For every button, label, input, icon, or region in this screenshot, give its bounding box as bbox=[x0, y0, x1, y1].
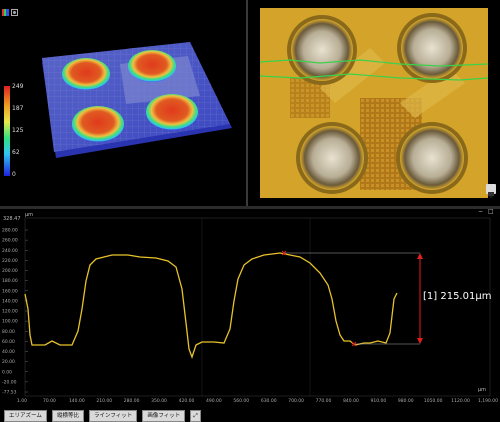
measurement-label: [1] 215.01μm bbox=[423, 291, 492, 302]
3d-surface-render bbox=[42, 42, 232, 158]
y-tick-label: 80.00 bbox=[2, 329, 15, 335]
y-tick-label: 260.00 bbox=[2, 238, 18, 244]
solder-bump-br bbox=[400, 126, 464, 190]
bump-1 bbox=[62, 58, 110, 90]
image-fit-button[interactable]: 画像フィット bbox=[142, 410, 186, 422]
y-tick-label: -20.00 bbox=[2, 379, 17, 385]
height-3d-view[interactable]: 249 187 125 62 0 bbox=[0, 0, 246, 206]
bump-3 bbox=[72, 106, 124, 142]
x-tick-label: 980.00 bbox=[398, 398, 414, 404]
y-tick-label: 40.00 bbox=[2, 349, 15, 355]
x-tick-label: 910.00 bbox=[370, 398, 386, 404]
x-tick-label: 700.00 bbox=[288, 398, 304, 404]
optical-image bbox=[260, 8, 488, 198]
solder-bump-tr bbox=[401, 17, 463, 79]
profile-panel[interactable]: − □ 328.47 μm μm 280.00 260.00 240.00 220.0… bbox=[0, 208, 500, 422]
solder-bump-tl bbox=[291, 19, 353, 81]
y-tick-label: 0.00 bbox=[2, 369, 12, 375]
x-tick-label: 770.00 bbox=[316, 398, 332, 404]
x-tick-label: 490.00 bbox=[206, 398, 222, 404]
x-tick-label: 1050.00 bbox=[424, 398, 443, 404]
x-tick-label: 630.00 bbox=[261, 398, 277, 404]
x-tick-label: 840.00 bbox=[343, 398, 359, 404]
line-fit-button[interactable]: ラインフィット bbox=[89, 410, 138, 422]
height-profile-line bbox=[24, 252, 398, 359]
y-tick-label: 120.00 bbox=[2, 309, 18, 315]
x-tick-label: 560.00 bbox=[233, 398, 249, 404]
toolbar: エリアズーム 縦横等比 ラインフィット 画像フィット ⤢ bbox=[4, 402, 201, 422]
optical-image-view[interactable] bbox=[248, 0, 500, 206]
image-capture-icon[interactable] bbox=[486, 184, 496, 198]
y-tick-label: 20.00 bbox=[2, 359, 15, 365]
y-tick-label: 220.00 bbox=[2, 258, 18, 264]
expand-icon[interactable]: ⤢ bbox=[190, 410, 201, 422]
solder-bump-bl bbox=[300, 126, 364, 190]
profile-chart[interactable]: 280.00 260.00 240.00 220.00 200.00 180.00 160.… bbox=[0, 209, 500, 414]
y-tick-label: 160.00 bbox=[2, 288, 18, 294]
y-tick-label: -77.53 bbox=[2, 390, 17, 396]
bump-4 bbox=[146, 94, 198, 130]
aspect-ratio-button[interactable]: 縦横等比 bbox=[51, 410, 84, 422]
measure-arrow-head-bottom bbox=[417, 338, 423, 344]
y-tick-label: 280.00 bbox=[2, 228, 18, 234]
y-tick-label: 200.00 bbox=[2, 268, 18, 274]
y-tick-label: 100.00 bbox=[2, 319, 18, 325]
measure-arrow-head-top bbox=[417, 253, 423, 259]
area-zoom-button[interactable]: エリアズーム bbox=[4, 410, 47, 422]
bump-2 bbox=[128, 50, 176, 82]
x-tick-label: 1,190.00 bbox=[478, 398, 498, 404]
x-tick-label: 1120.00 bbox=[451, 398, 470, 404]
y-tick-label: 180.00 bbox=[2, 278, 18, 284]
y-tick-label: 60.00 bbox=[2, 339, 15, 345]
y-tick-label: 140.00 bbox=[2, 298, 18, 304]
y-tick-label: 240.00 bbox=[2, 248, 18, 254]
